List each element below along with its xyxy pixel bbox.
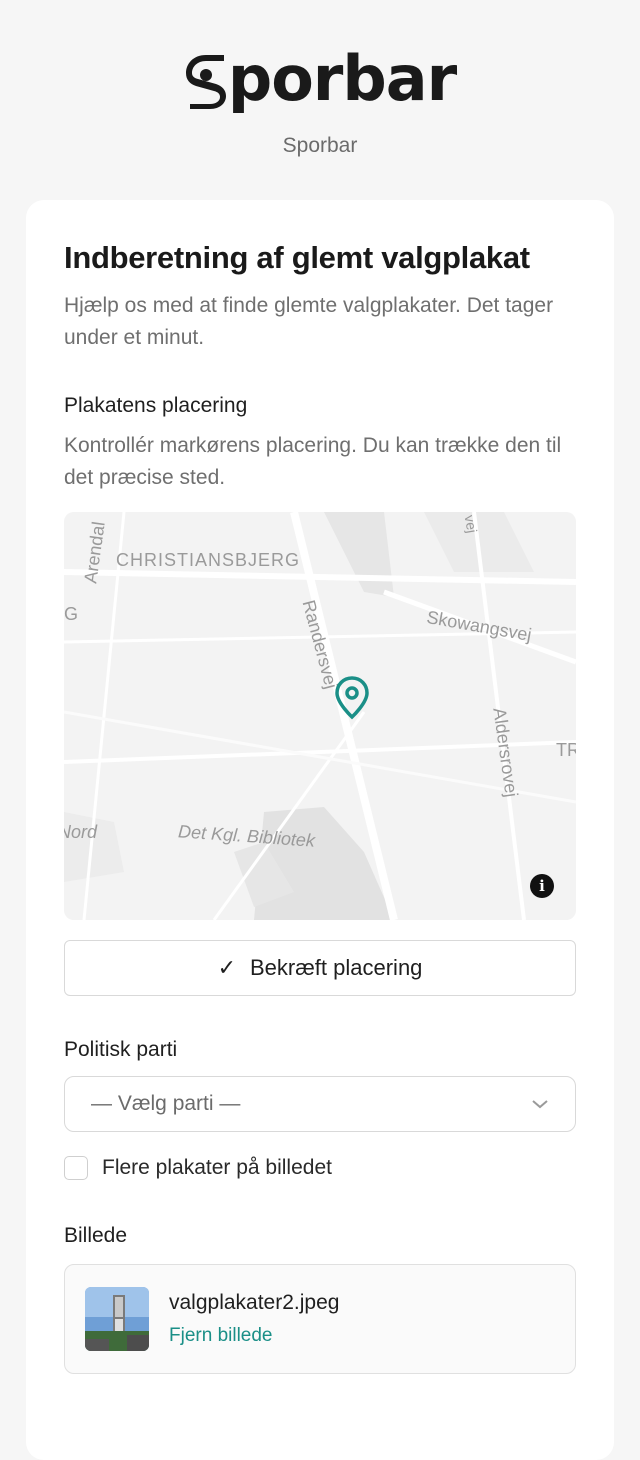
chevron-down-icon bbox=[531, 1094, 549, 1115]
location-marker-icon[interactable] bbox=[334, 676, 370, 720]
form-description: Hjælp os med at finde glemte valgplakate… bbox=[64, 294, 554, 349]
party-select-value: — Vælg parti — bbox=[91, 1092, 241, 1115]
image-file-name: valgplakater2.jpeg bbox=[169, 1291, 340, 1314]
checkmark-icon: ✓ bbox=[217, 955, 236, 980]
logo-text: porbar bbox=[227, 42, 457, 115]
map-label-christiansbjerg: CHRISTIANSBJERG bbox=[116, 550, 301, 570]
multiple-posters-label[interactable]: Flere plakater på billedet bbox=[102, 1156, 332, 1180]
logo-pin-s-icon bbox=[185, 55, 226, 109]
location-help: Kontrollér markørens placering. Du kan t… bbox=[64, 434, 562, 489]
form-title: Indberetning af glemt valgplakat bbox=[64, 240, 530, 275]
sporbar-logo: porbar bbox=[184, 42, 457, 115]
report-form-card: Indberetning af glemt valgplakat Hjælp o… bbox=[26, 200, 614, 1460]
map-label-nord: Nord bbox=[64, 822, 98, 842]
map-info-icon[interactable]: i bbox=[530, 874, 554, 898]
map-label-tr: TR bbox=[556, 740, 576, 760]
map-label-g: G bbox=[64, 604, 79, 624]
brand-subtitle: Sporbar bbox=[282, 134, 358, 157]
confirm-location-button[interactable]: ✓ Bekræft placering bbox=[64, 940, 576, 996]
image-upload-box: valgplakater2.jpeg Fjern billede bbox=[64, 1264, 576, 1374]
location-label: Plakatens placering bbox=[64, 394, 248, 417]
map-label-vej-top: vej bbox=[461, 513, 481, 535]
remove-image-link[interactable]: Fjern billede bbox=[169, 1325, 339, 1347]
location-map[interactable]: CHRISTIANSBJERG Randersvej Skowangsvej A… bbox=[64, 512, 576, 920]
multiple-posters-checkbox[interactable] bbox=[64, 1156, 88, 1180]
image-thumbnail bbox=[85, 1287, 149, 1351]
party-label: Politisk parti bbox=[64, 1038, 178, 1061]
multiple-posters-row[interactable]: Flere plakater på billedet bbox=[64, 1156, 576, 1180]
image-label: Billede bbox=[64, 1224, 128, 1247]
app-header: porbar Sporbar bbox=[0, 0, 640, 200]
party-select[interactable]: — Vælg parti — bbox=[64, 1076, 576, 1132]
confirm-location-label: Bekræft placering bbox=[250, 955, 423, 980]
